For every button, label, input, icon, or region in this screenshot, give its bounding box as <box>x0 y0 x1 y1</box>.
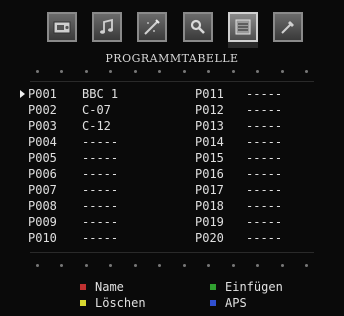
program-number: P002 <box>28 103 57 117</box>
program-number: P010 <box>28 231 57 245</box>
program-number: P020 <box>195 231 224 245</box>
program-number: P016 <box>195 167 224 181</box>
red-key-icon <box>80 284 86 290</box>
table-row[interactable]: P001 BBC 1 P011 ----- <box>20 87 320 103</box>
program-name: ----- <box>246 183 283 197</box>
program-name: C-12 <box>82 119 111 133</box>
program-number: P014 <box>195 135 224 149</box>
program-name: BBC 1 <box>82 87 119 101</box>
program-name: C-07 <box>82 103 111 117</box>
tab-picture[interactable] <box>47 12 77 42</box>
program-number: P012 <box>195 103 224 117</box>
table-row[interactable]: P010 ----- P020 ----- <box>20 231 320 247</box>
tab-source[interactable] <box>272 12 303 42</box>
program-number: P003 <box>28 119 57 133</box>
program-name: ----- <box>246 167 283 181</box>
program-name: ----- <box>246 151 283 165</box>
green-key-icon <box>210 284 216 290</box>
program-name: ----- <box>246 215 283 229</box>
program-number: P019 <box>195 215 224 229</box>
program-number: P004 <box>28 135 57 149</box>
table-row[interactable]: P008 ----- P018 ----- <box>20 199 320 215</box>
program-table-screen: PROGRAMMTABELLE P001 BBC 1 P011 ----- P002 C-… <box>0 0 344 316</box>
program-number: P005 <box>28 151 57 165</box>
program-name: ----- <box>82 167 119 181</box>
table-row[interactable]: P009 ----- P019 ----- <box>20 215 320 231</box>
sound-icon <box>100 18 114 34</box>
program-name: ----- <box>82 199 119 213</box>
program-number: P006 <box>28 167 57 181</box>
tab-features[interactable] <box>137 12 168 42</box>
page-title: PROGRAMMTABELLE <box>105 52 239 65</box>
program-number: P009 <box>28 215 57 229</box>
divider <box>30 81 314 82</box>
divider <box>30 252 314 253</box>
table-row[interactable]: P007 ----- P017 ----- <box>20 183 320 199</box>
tab-sound[interactable] <box>92 12 123 42</box>
program-name: ----- <box>246 231 283 245</box>
program-table-icon <box>235 19 251 35</box>
program-number: P015 <box>195 151 224 165</box>
program-name: ----- <box>82 151 119 165</box>
table-row[interactable]: P003 C-12 P013 ----- <box>20 119 320 135</box>
tab-install[interactable] <box>182 12 213 42</box>
program-name: ----- <box>82 183 119 197</box>
program-number: P007 <box>28 183 57 197</box>
program-number: P017 <box>195 183 224 197</box>
program-name: ----- <box>246 199 283 213</box>
table-row[interactable]: P002 C-07 P012 ----- <box>20 103 320 119</box>
program-number: P011 <box>195 87 224 101</box>
program-name: ----- <box>246 87 283 101</box>
selection-arrow-icon <box>20 90 25 98</box>
feature-icon <box>144 19 161 35</box>
program-name: ----- <box>246 103 283 117</box>
picture-icon <box>53 21 71 34</box>
table-row[interactable]: P004 ----- P014 ----- <box>20 135 320 151</box>
program-number: P001 <box>28 87 57 101</box>
program-name: ----- <box>246 119 283 133</box>
source-icon <box>281 21 294 34</box>
blue-key-icon <box>210 300 216 306</box>
program-name: ----- <box>82 231 119 245</box>
install-icon <box>190 19 205 34</box>
table-row[interactable]: P005 ----- P015 ----- <box>20 151 320 167</box>
menu-tab-bar <box>47 12 303 48</box>
program-number: P018 <box>195 199 224 213</box>
table-row[interactable]: P006 ----- P016 ----- <box>20 167 320 183</box>
program-number: P008 <box>28 199 57 213</box>
legend-insert[interactable]: Einfügen <box>210 280 283 294</box>
program-name: ----- <box>246 135 283 149</box>
program-number: P013 <box>195 119 224 133</box>
legend-aps[interactable]: APS <box>210 296 247 310</box>
program-name: ----- <box>82 215 119 229</box>
legend-delete[interactable]: Löschen <box>80 296 146 310</box>
tab-program-table[interactable] <box>227 12 258 48</box>
separator-dots-bottom <box>36 264 308 268</box>
yellow-key-icon <box>80 300 86 306</box>
legend-name[interactable]: Name <box>80 280 124 294</box>
program-name: ----- <box>82 135 119 149</box>
separator-dots-top <box>36 70 308 74</box>
channel-table: P001 BBC 1 P011 ----- P002 C-07 P012 ----- P003 C… <box>20 87 320 247</box>
